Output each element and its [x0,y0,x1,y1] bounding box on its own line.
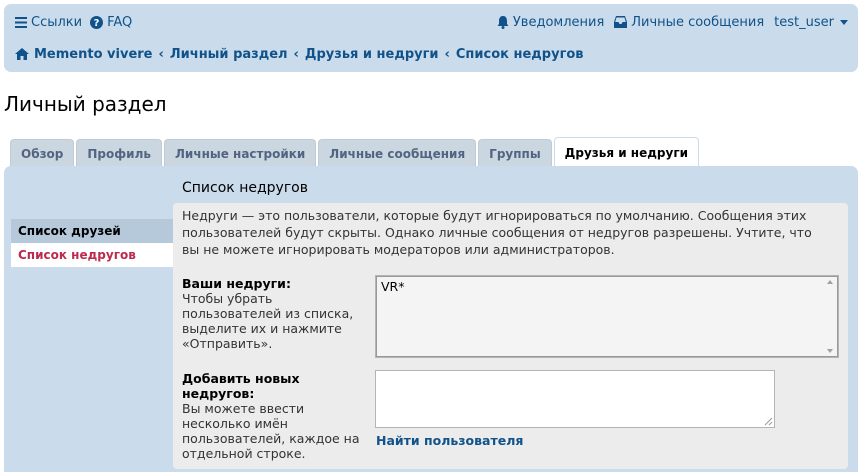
question-circle-icon: ? [90,15,104,29]
links-label: Ссылки [31,14,83,30]
faq-link[interactable]: ? FAQ [90,15,132,30]
username-label: test_user [774,14,834,30]
scroll-down-icon[interactable] [827,349,833,353]
links-menu[interactable]: Ссылки [15,15,82,30]
tab-private-messages[interactable]: Личные сообщения [318,139,477,167]
quick-links: Ссылки ? FAQ [15,13,140,31]
tab-profile[interactable]: Профиль [76,139,162,167]
foes-label: Ваши недруги: [182,276,291,291]
bell-icon [497,15,509,29]
tab-overview[interactable]: Обзор [10,139,75,167]
home-icon [15,48,29,60]
breadcrumb-home-label: Memento vivere [34,46,153,62]
select-scrollbar[interactable] [826,280,835,353]
breadcrumb-ucp[interactable]: Личный раздел [170,47,288,62]
foes-field-label: Ваши недруги: Чтобы убрать пользователей… [182,276,367,351]
breadcrumb: Memento vivere ‹ Личный раздел ‹ Друзья … [15,45,584,63]
inbox-icon [614,16,628,28]
tab-groups[interactable]: Группы [478,139,552,167]
tab-preferences[interactable]: Личные настройки [163,139,317,167]
foes-select[interactable]: VR* [375,275,839,358]
tab-bar: Обзор Профиль Личные настройки Личные со… [10,137,701,167]
breadcrumb-separator: ‹ [293,46,299,62]
page-title: Личный раздел [4,92,167,116]
intro-text: Недруги — это пользователи, которые буду… [182,208,812,257]
add-foes-textarea[interactable] [375,370,775,428]
add-foes-help: Вы можете ввести несколько имён пользова… [182,401,360,461]
resize-grip-icon[interactable] [764,417,773,426]
svg-text:?: ? [94,18,100,29]
tab-friends-foes[interactable]: Друзья и недруги [553,137,700,167]
faq-label: FAQ [107,14,133,30]
breadcrumb-friends-foes[interactable]: Друзья и недруги [305,47,439,62]
bars-icon [15,16,27,28]
private-messages-label: Личные сообщения [631,14,765,30]
foes-help: Чтобы убрать пользователей из списка, вы… [182,291,354,351]
add-foes-field-label: Добавить новых недругов: Вы можете ввест… [182,371,367,461]
add-foes-label: Добавить новых недругов: [182,371,300,401]
side-item-friends[interactable]: Список друзей [11,219,173,243]
breadcrumb-foes-list[interactable]: Список недругов [456,47,584,62]
find-user-link[interactable]: Найти пользователя [376,433,523,448]
scroll-up-icon[interactable] [827,280,833,284]
side-item-foes[interactable]: Список недругов [11,243,173,267]
foe-option[interactable]: VR* [381,279,405,294]
side-menu: Список друзей Список недругов [11,219,173,267]
breadcrumb-separator: ‹ [444,46,450,62]
notifications-link[interactable]: Уведомления [497,15,604,30]
header-bar: Ссылки ? FAQ Уведомления Личные сообщени… [4,4,858,72]
user-menu[interactable]: test_user [774,15,848,30]
private-messages-link[interactable]: Личные сообщения [614,15,764,30]
notifications-label: Уведомления [512,14,605,30]
section-title: Список недругов [182,180,308,196]
breadcrumb-separator: ‹ [158,46,164,62]
breadcrumb-home[interactable]: Memento vivere [15,47,153,62]
user-links: Уведомления Личные сообщения test_user [487,13,848,31]
chevron-down-icon [840,19,848,25]
